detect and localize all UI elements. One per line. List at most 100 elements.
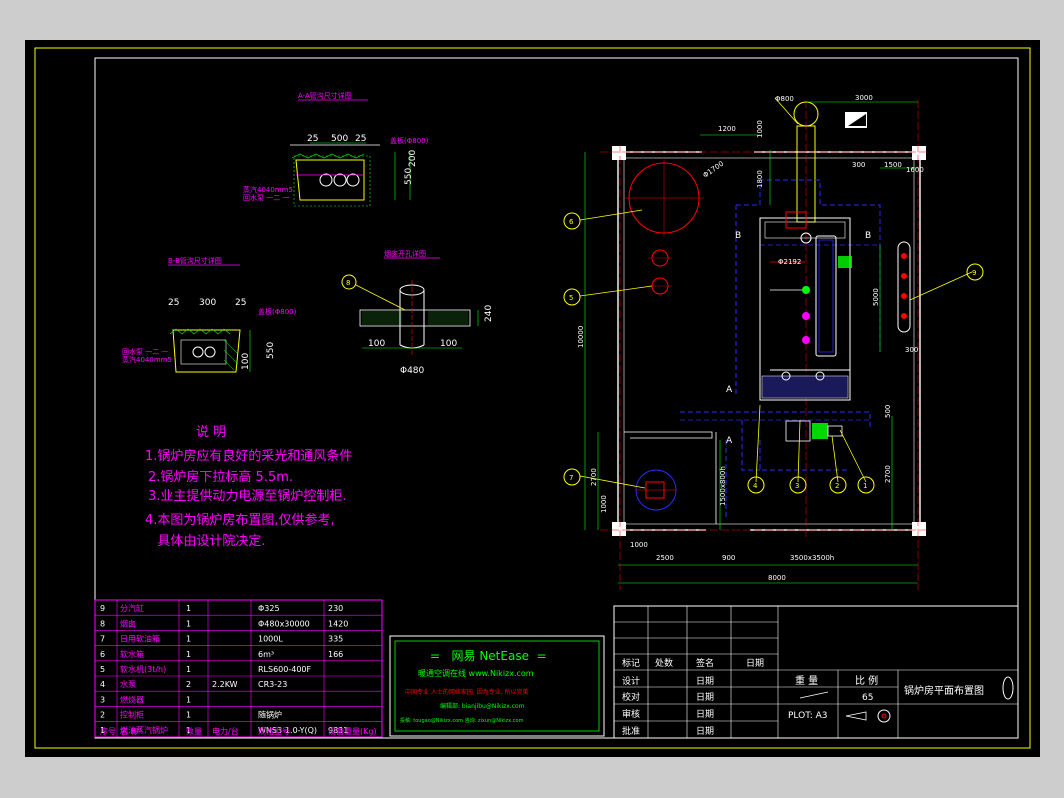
marker-7: 7: [569, 474, 573, 482]
marker-9: 9: [972, 269, 976, 277]
table-cell: Φ325: [258, 604, 280, 613]
table-cell: 2.2KW: [212, 680, 238, 689]
table-header-cell: 规格型号: [258, 726, 290, 736]
table-cell: 166: [328, 650, 343, 659]
notes-title: 说 明: [196, 425, 226, 440]
section-b-2: B: [865, 231, 871, 241]
table-cell: 1: [186, 665, 191, 674]
dim-bottom-8000: 8000: [768, 574, 786, 582]
table-header-cell: 序号: [100, 726, 116, 736]
table-header-cell: 电力/台: [212, 726, 239, 736]
netease-line-1: 中国专业 人士的网络家园, 因为专业, 所以完美: [405, 688, 529, 696]
dim-top-1200: 1200: [718, 125, 736, 133]
table-cell: 软水箱: [120, 649, 144, 659]
netease-line-2: 编辑部: bianjibu@Nikizx.com: [440, 702, 525, 710]
aa-dim-1: 25: [307, 134, 318, 144]
marker-5: 5: [569, 294, 573, 302]
aa-dim-5: 200: [408, 150, 418, 167]
title-block-cell: 日期: [746, 658, 764, 669]
dim-left-10000: 10000: [577, 326, 585, 348]
table-cell: 7: [100, 635, 105, 644]
dim-left-2700: 2700: [590, 468, 598, 486]
section-a-1: A: [726, 385, 733, 395]
table-cell: 分汽缸: [120, 603, 144, 613]
table-cell: 9: [100, 604, 105, 613]
bb-dim-5: 100: [241, 353, 251, 370]
table-cell: 6: [100, 650, 105, 659]
cad-drawing-canvas: A-A管沟尺寸详图 25 500 25 550 200 盖板(Φ800) 蒸汽4…: [25, 40, 1040, 757]
title-block-cell: 日期: [696, 726, 714, 737]
netease-sub: 暖通空调在线 www.Nikizx.com: [418, 668, 534, 678]
aa-note-1: 盖板(Φ800): [390, 136, 429, 145]
table-cell: 2: [186, 680, 191, 689]
dim-top-300: 300: [852, 161, 865, 169]
chimney-dim-1: 100: [368, 339, 385, 349]
table-cell: 1: [186, 695, 191, 704]
table-cell: 随锅炉: [258, 710, 282, 720]
table-header-cell: 数量: [186, 726, 202, 736]
aa-title: A-A管沟尺寸详图: [298, 91, 352, 100]
dim-left-1000: 1000: [600, 495, 608, 513]
title-block-cell: 签名: [696, 657, 714, 669]
dim-bottom-pit: 3500x3500h: [790, 554, 834, 562]
bb-note-1: 盖板(Φ800): [258, 307, 297, 316]
note-2: 2.锅炉房下拉标高 5.5m.: [148, 469, 293, 485]
chimney-dim-4: Φ480: [400, 366, 425, 376]
table-cell: 1: [186, 635, 191, 644]
dim-boiler-dia: Φ2192: [778, 258, 801, 266]
bb-dim-2: 300: [199, 298, 216, 308]
bb-title: B-B管沟尺寸详图: [168, 256, 222, 265]
table-cell: 4: [100, 680, 105, 689]
title-block-cell: 审核: [622, 708, 640, 720]
bb-note-2: 回水泵 一二 一: [122, 347, 168, 356]
title-block-cell: 批准: [622, 725, 640, 737]
table-cell: 335: [328, 635, 343, 644]
table-cell: 水泵: [120, 679, 136, 689]
dim-top-1500: 1500: [884, 161, 902, 169]
marker-3: 3: [795, 482, 799, 490]
title-block-cell: 日期: [696, 692, 714, 703]
section-a-2: A: [726, 436, 733, 446]
aa-note-2: 蒸汽4040mm5: [243, 185, 293, 194]
table-cell: 1: [186, 650, 191, 659]
title-block-cell: 日期: [696, 709, 714, 720]
aa-dim-2: 500: [331, 134, 348, 144]
chimney-dim-2: 100: [440, 339, 457, 349]
table-cell: 日用软油箱: [120, 634, 160, 644]
dim-right-2700: 2700: [884, 465, 892, 483]
bb-dim-1: 25: [168, 298, 179, 308]
dim-top-1800: 1800: [756, 170, 764, 188]
dim-bottom-2500: 2500: [656, 554, 674, 562]
table-cell: 1: [186, 619, 191, 628]
note-5: 具体由设计院决定.: [145, 534, 266, 549]
table-header-cell: 设备重量(Kg): [328, 726, 377, 736]
dim-right-5000: 5000: [872, 288, 880, 306]
chimney-title: 烟囱开孔详图: [384, 249, 426, 258]
table-cell: 燃烧器: [120, 694, 144, 704]
marker-4: 4: [753, 482, 758, 490]
dim-pit-small: 1500x800h: [719, 466, 727, 506]
table-cell: CR3-23: [258, 680, 287, 689]
table-cell: 6m³: [258, 650, 274, 659]
chimney-dim-3: 240: [484, 305, 494, 322]
marker-6: 6: [569, 218, 574, 226]
table-cell: Φ480x30000: [258, 619, 310, 628]
table-cell: 1: [186, 711, 191, 720]
table-cell: RLS600-400F: [258, 665, 312, 674]
dim-right-500: 500: [884, 405, 892, 418]
section-b-1: B: [735, 231, 741, 241]
marker-1: 1: [863, 482, 867, 490]
dim-top-3000: 3000: [855, 94, 873, 102]
dim-top-1600: 1600: [906, 166, 924, 174]
dim-chimney-dia: Φ800: [775, 95, 794, 103]
title-block-cell: 设计: [622, 675, 640, 687]
dim-bottom-1000: 1000: [630, 541, 648, 549]
table-cell: 1420: [328, 619, 348, 628]
scale-value: 65: [862, 693, 873, 703]
title-block-cell: 校对: [622, 691, 640, 703]
note-4: 4.本图为锅炉房布置图,仅供参考,: [145, 512, 335, 528]
table-cell: 烟囱: [120, 618, 136, 628]
aa-note-3: 回水泵 一二 一: [243, 193, 289, 202]
title-block-cell: 日期: [696, 676, 714, 687]
table-cell: 5: [100, 665, 105, 674]
